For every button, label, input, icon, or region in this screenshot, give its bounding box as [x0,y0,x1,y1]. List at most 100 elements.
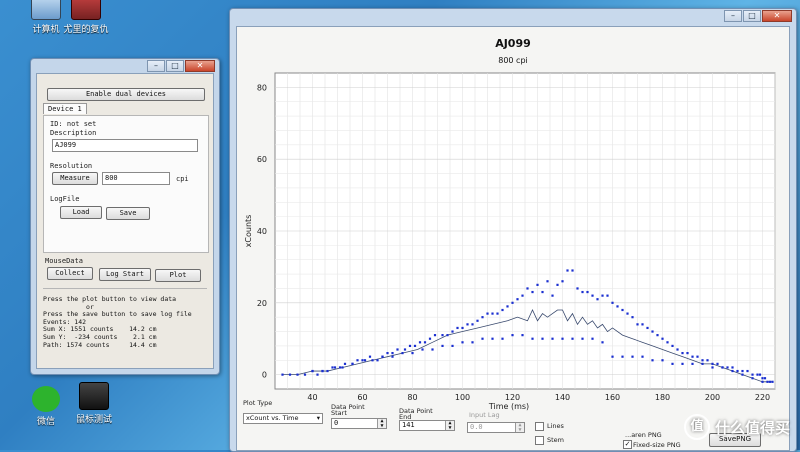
data-point [338,366,342,369]
data-point [621,355,624,358]
data-point [631,355,634,358]
data-point [761,380,764,383]
plot-grid [275,73,776,389]
data-point [591,294,594,297]
data-point [391,351,394,355]
data-point [576,287,579,290]
data-point [451,330,454,333]
data-point [701,362,704,365]
data-point [486,312,489,315]
lines-checkbox[interactable] [535,422,544,431]
data-point [601,341,604,344]
spinner-arrows-icon[interactable]: ▲ ▼ [377,419,386,429]
plot-button[interactable]: Plot [155,269,201,282]
save-button[interactable]: Save [106,207,150,220]
desktop-icon-label: 微信 [36,417,55,427]
y-axis-label: xCounts [244,215,253,248]
collect-button[interactable]: Collect [47,267,93,280]
data-point [341,366,344,369]
y-tick-label: 40 [257,227,267,236]
fixed-size-png-checkbox[interactable]: ✓ [623,440,632,449]
spinner-arrows-icon[interactable]: ▲ ▼ [445,421,454,431]
data-point [586,290,589,294]
spinner-arrows-icon[interactable]: ▲ ▼ [515,423,524,433]
load-button[interactable]: Load [60,206,102,219]
data-point [686,351,689,355]
data-point [691,355,694,358]
data-point [741,369,744,373]
data-point [491,337,494,340]
data-point [386,351,389,355]
data-point [731,366,734,369]
data-point [641,323,644,326]
minimize-icon[interactable]: – [147,60,165,72]
desktop-icon-game[interactable]: 尤里的复仇 [56,0,116,35]
data-point [591,337,594,340]
data-point [401,351,404,355]
data-point [326,369,329,373]
window-controls: – □ ✕ [724,10,792,22]
data-point [536,283,539,286]
data-point [551,294,554,297]
data-point [321,369,324,373]
data-point [571,269,574,272]
data-point [331,366,334,369]
data-point [751,377,754,380]
desktop-icon-mouse-tester[interactable]: 鼠标测试 [64,382,124,425]
data-point [731,369,734,373]
minimize-icon[interactable]: – [724,10,742,22]
data-point [381,355,384,358]
input-lag-field[interactable]: 0.0 ▲ ▼ [467,422,525,433]
data-point [736,369,739,373]
data-point [691,362,694,365]
logfile-label: LogFile [50,195,80,203]
data-point [763,377,767,380]
data-point [651,359,654,362]
data-point [441,344,444,348]
data-point [521,294,524,297]
data-point [611,301,614,304]
data-point [751,373,754,376]
tab-device-1[interactable]: Device 1 [43,103,87,114]
data-point [418,341,422,344]
fixed-size-png-label: Fixed-size PNG [633,441,681,449]
stem-checkbox[interactable] [535,436,544,445]
data-point [511,301,514,304]
data-point [566,269,569,272]
data-point [501,308,504,312]
data-point [541,290,544,294]
enable-dual-devices-button[interactable]: Enable dual devices [47,88,205,101]
data-point-end-value: 141 [402,421,415,429]
data-point [476,319,479,322]
description-field[interactable]: AJ099 [52,139,198,152]
x-tick-label: 200 [705,393,720,402]
data-point [581,290,584,294]
close-icon[interactable]: ✕ [762,10,792,22]
data-point [561,337,564,340]
measure-button[interactable]: Measure [52,172,98,185]
data-point [343,362,347,365]
data-point [768,380,772,383]
data-point-end-field[interactable]: 141 ▲ ▼ [399,420,455,431]
resolution-field[interactable]: 800 [102,172,170,185]
data-point [636,323,639,326]
data-point-start-field[interactable]: 0 ▲ ▼ [331,418,387,429]
window-controls: – □ ✕ [147,60,215,72]
data-point [376,359,379,362]
maximize-icon[interactable]: □ [166,60,184,72]
data-point [571,337,574,340]
maximize-icon[interactable]: □ [743,10,761,22]
data-point [681,362,684,365]
data-point [746,369,749,373]
plot-type-select[interactable]: xCount vs. Time ▾ [243,413,323,424]
x-tick-label: 160 [605,393,620,402]
data-point [531,337,534,340]
x-tick-label: 40 [307,393,317,402]
data-point [626,312,629,315]
data-point [413,344,417,348]
data-point [711,366,714,369]
transparent-png-label: ...aren PNG [625,431,662,439]
log-start-button[interactable]: Log Start [99,268,151,281]
close-icon[interactable]: ✕ [185,60,215,72]
data-point [656,334,659,337]
